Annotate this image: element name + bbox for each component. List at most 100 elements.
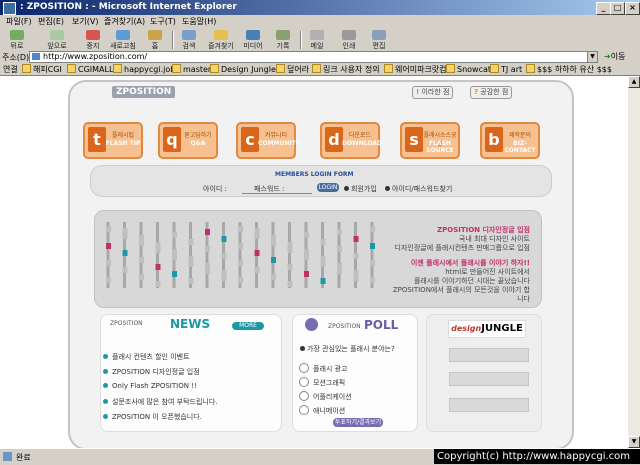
radio-icon[interactable]	[299, 363, 309, 373]
nav-qna[interactable]: q 묻고답하기 Q&A	[158, 122, 218, 159]
forward-button[interactable]: 앞으로	[42, 30, 72, 51]
close-button[interactable]: ×	[625, 2, 640, 15]
scroll-down-arrow-icon[interactable]: ▼	[628, 436, 640, 448]
banner-bar-segment	[205, 246, 210, 252]
link-item[interactable]: Design Jungle	[210, 64, 276, 74]
scroll-up-arrow-icon[interactable]: ▲	[628, 76, 640, 88]
banner-bar-segment	[238, 226, 243, 232]
menu-bar: 파일(F) 편집(E) 보기(V) 즐겨찾기(A) 도구(T) 도움말(H)	[0, 15, 640, 28]
design-jungle-logo[interactable]: designJUNGLE	[448, 320, 526, 338]
radio-icon[interactable]	[299, 377, 309, 387]
news-item[interactable]: 설문조사에 많은 참여 부탁드립니다.	[103, 397, 218, 407]
link-icon	[22, 64, 31, 73]
print-button[interactable]: 인쇄	[334, 30, 364, 51]
banner-bar-segment	[106, 277, 111, 283]
poll-option[interactable]: 플래시 광고	[299, 363, 347, 374]
home-button[interactable]: 홈	[140, 30, 170, 51]
go-arrow-icon: ➜	[604, 52, 611, 61]
nav-biz-contact[interactable]: b 제작문의 BIZ-CONTACT	[480, 122, 540, 159]
link-item[interactable]: 링크 사용자 정의	[312, 64, 380, 75]
bullet-icon	[300, 346, 305, 351]
edit-button[interactable]: 편집	[364, 30, 394, 51]
top-link-1[interactable]: ! 이라한 점	[412, 86, 454, 99]
menu-tools[interactable]: 도구(T)	[150, 16, 176, 27]
page-done-icon	[3, 452, 12, 461]
media-button[interactable]: 미디어	[238, 30, 268, 51]
nav-flash-tip[interactable]: t 플래시팁 FLASH TIP	[83, 122, 143, 159]
site-logo[interactable]: ZPOSITION	[112, 86, 176, 98]
menu-favorites[interactable]: 즐겨찾기(A)	[104, 16, 145, 27]
banner-bar-segment	[337, 263, 342, 269]
link-item[interactable]: CGIMALL	[67, 64, 113, 74]
login-area	[90, 165, 552, 197]
link-icon	[384, 64, 393, 73]
maximize-button[interactable]: □	[610, 2, 625, 15]
join-link[interactable]: 회원가입	[344, 184, 377, 194]
banner-bar-segment	[287, 242, 293, 248]
link-item[interactable]: Snowcat	[446, 64, 491, 74]
login-button[interactable]: LOGIN	[317, 183, 339, 192]
bullet-icon	[103, 399, 108, 404]
banner-bar-segment	[139, 257, 144, 263]
banner-bar-segment	[254, 250, 260, 256]
banner-bar-segment	[254, 267, 260, 273]
link-item[interactable]: 덮어라	[276, 64, 309, 75]
link-item[interactable]: master	[172, 64, 211, 74]
address-url: http://www.zposition.com/	[43, 52, 148, 61]
refresh-button[interactable]: 새로고침	[108, 30, 138, 51]
news-item[interactable]: ZPOSITION 디자인정글 입점	[103, 367, 200, 377]
stop-button[interactable]: 중지	[78, 30, 108, 51]
find-account-link[interactable]: 아이디/패스워드찾기	[385, 184, 452, 194]
search-button[interactable]: 검색	[174, 30, 204, 51]
nav-community[interactable]: c 커뮤니티 COMMUNITY	[236, 122, 300, 159]
news-item[interactable]: ZPOSITION 이 오픈했습니다.	[103, 412, 202, 422]
go-button[interactable]: ➜이동	[604, 51, 625, 62]
back-button[interactable]: 뒤로	[2, 30, 32, 51]
vertical-scrollbar[interactable]: ▲ ▼	[628, 76, 640, 448]
nav-download[interactable]: d 다운로드 DOWNLOAD	[320, 122, 382, 159]
window-titlebar: : ZPOSITION : - Microsoft Internet Explo…	[0, 0, 640, 15]
favorites-star-icon	[214, 30, 228, 40]
address-dropdown-button[interactable]: ▼	[587, 52, 597, 62]
address-input[interactable]: http://www.zposition.com/ ▼	[29, 51, 598, 63]
link-item[interactable]: happycgi.job	[113, 64, 175, 74]
news-more-button[interactable]: MORE	[232, 322, 264, 330]
side-banner-slot[interactable]	[449, 348, 529, 362]
news-item[interactable]: Only Flash ZPOSITION !!	[103, 382, 197, 390]
biz-contact-icon: b	[485, 127, 503, 152]
poll-submit-button[interactable]: 투표하기/결과보기	[333, 418, 383, 427]
link-item[interactable]: $$$ 하하하 유산 $$$	[526, 64, 612, 75]
banner-bar-segment	[370, 243, 375, 249]
poll-option[interactable]: 어플리케이션	[299, 391, 352, 402]
stop-icon	[86, 30, 100, 40]
banner-bar-segment	[254, 228, 260, 234]
side-banner-slot[interactable]	[449, 398, 529, 412]
mail-button[interactable]: 메일	[302, 30, 332, 51]
top-link-2[interactable]: ? 공감한 점	[470, 86, 513, 99]
banner-text: ZPOSITION 디자인정글 입점 국내 최대 디자인 사이트 디자인정글에 …	[392, 226, 530, 303]
news-item[interactable]: 플래시 컨텐츠 할인 이벤트	[103, 352, 190, 362]
password-input[interactable]	[270, 186, 312, 194]
banner-bar-segment	[337, 246, 342, 252]
link-item[interactable]: 웨어미파크랏컴	[384, 64, 447, 75]
radio-icon[interactable]	[299, 405, 309, 415]
banner-bar-segment	[353, 253, 359, 259]
link-item[interactable]: TJ art	[490, 64, 522, 74]
favorites-button[interactable]: 즐겨찾기	[206, 30, 236, 51]
minimize-button[interactable]: _	[596, 2, 611, 15]
poll-option[interactable]: 모션그래픽	[299, 377, 345, 388]
nav-flash-source[interactable]: s 플래시소스공유 FLASH SOURCE	[400, 122, 460, 159]
history-button[interactable]: 기록	[268, 30, 298, 51]
menu-edit[interactable]: 편집(E)	[38, 16, 64, 27]
side-banner-slot[interactable]	[449, 372, 529, 386]
menu-file[interactable]: 파일(F)	[6, 16, 32, 27]
bullet-icon	[103, 369, 108, 374]
window-title: : ZPOSITION : - Microsoft Internet Explo…	[20, 2, 237, 12]
menu-view[interactable]: 보기(V)	[72, 16, 98, 27]
banner-bar-segment	[188, 256, 194, 262]
menu-help[interactable]: 도움말(H)	[182, 16, 216, 27]
radio-icon[interactable]	[299, 391, 309, 401]
bullet-icon	[344, 186, 349, 191]
link-item[interactable]: 해피CGI	[22, 64, 62, 75]
poll-option[interactable]: 애니메이션	[299, 405, 345, 416]
